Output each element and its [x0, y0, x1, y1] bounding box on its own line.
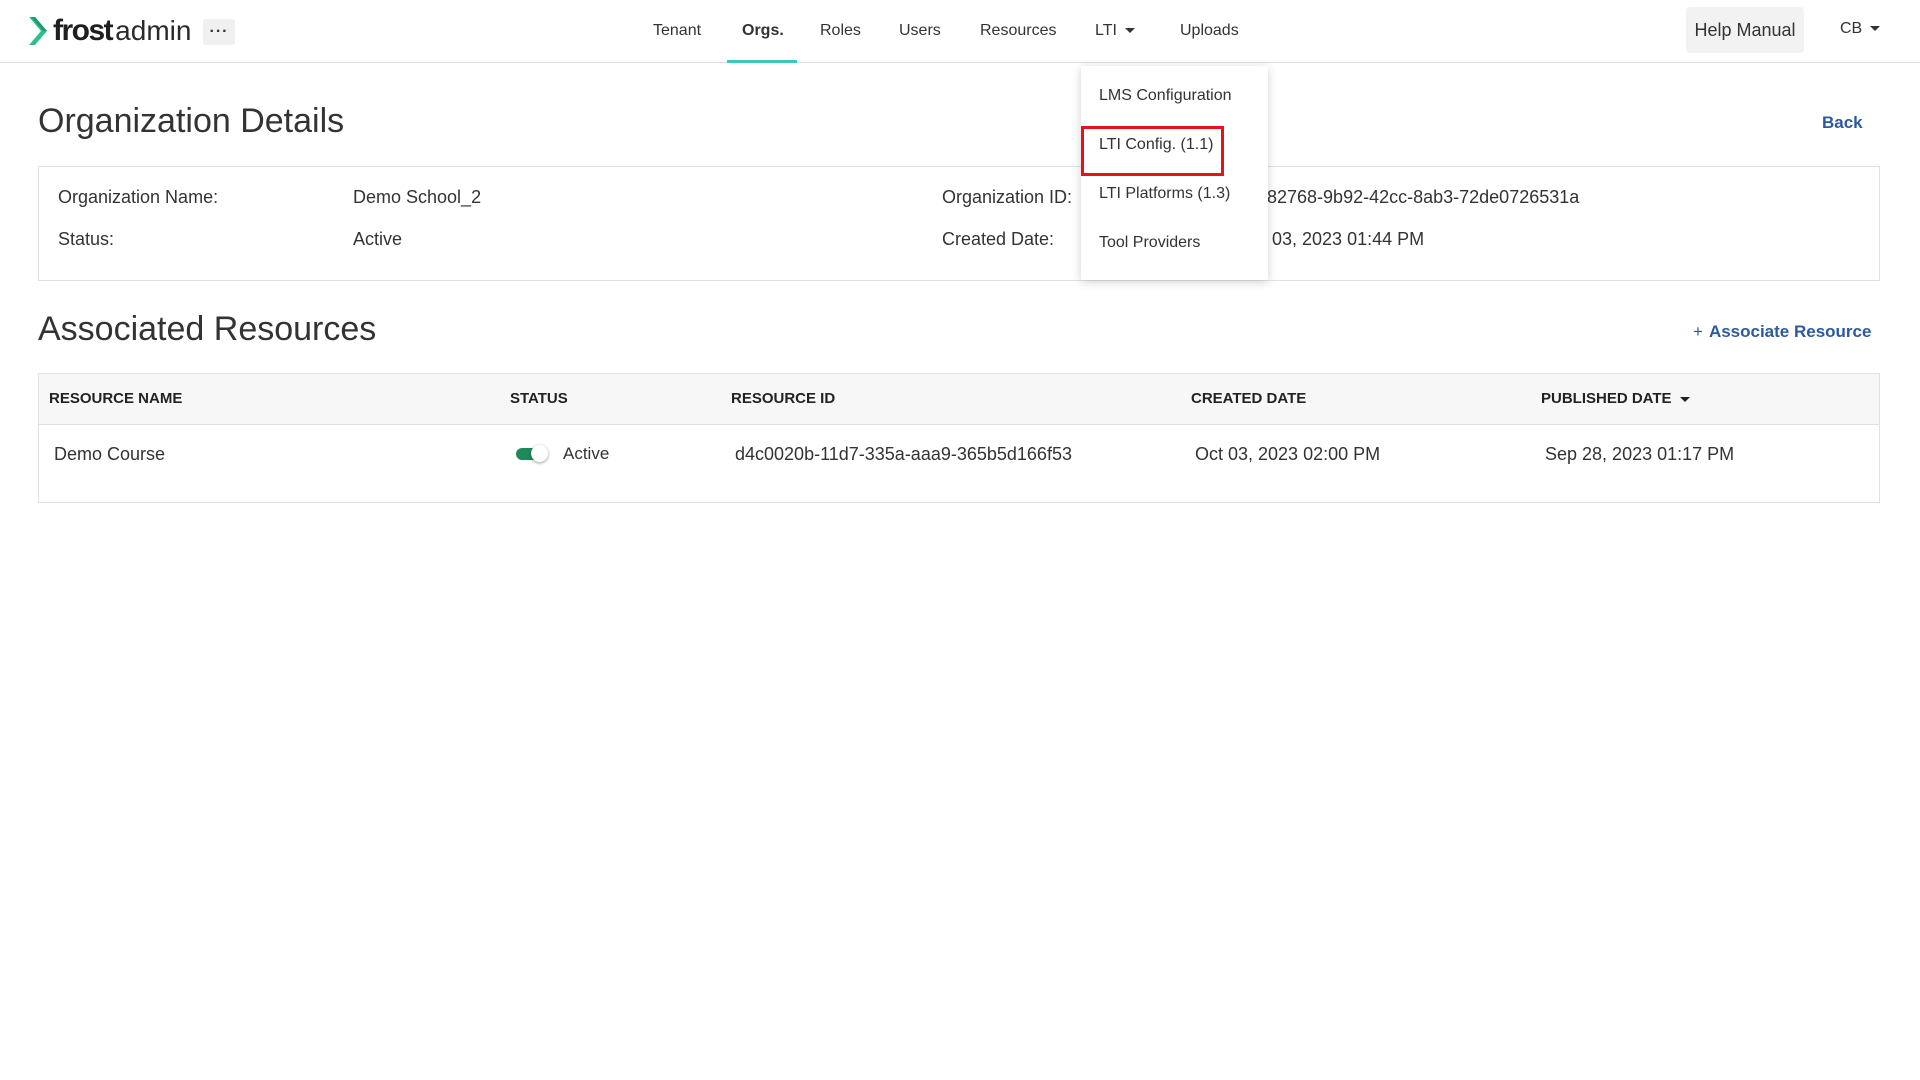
back-link[interactable]: Back — [1822, 113, 1863, 133]
more-menu-button[interactable]: ··· — [203, 19, 235, 45]
cell-resource-name[interactable]: Demo Course — [54, 444, 165, 465]
status-label: Status: — [58, 229, 115, 249]
column-header-resource-name[interactable]: RESOURCE NAME — [49, 390, 182, 407]
dropdown-item-lms-configuration[interactable]: LMS Configuration — [1099, 87, 1232, 105]
highlight-box — [1081, 126, 1224, 176]
page-title: Organization Details — [38, 102, 345, 140]
dropdown-item-tool-providers[interactable]: Tool Providers — [1099, 234, 1200, 252]
frost-logo-icon — [29, 17, 47, 45]
user-menu[interactable]: CB — [1840, 20, 1881, 38]
user-initials: CB — [1840, 20, 1863, 37]
nav-item-users[interactable]: Users — [899, 0, 941, 62]
column-header-published-date[interactable]: PUBLISHED DATE — [1541, 390, 1690, 407]
column-header-resource-id[interactable]: RESOURCE ID — [731, 390, 835, 407]
chevron-down-icon — [1870, 26, 1881, 32]
nav-item-lti-label: LTI — [1095, 22, 1117, 39]
org-id-label: Organization ID: — [942, 187, 1073, 207]
brand-name-bold: frost — [53, 14, 114, 47]
nav-item-resources[interactable]: Resources — [980, 0, 1056, 62]
top-navigation-bar: frost admin ··· Tenant Orgs. Roles Users… — [0, 0, 1920, 63]
cell-status: Active — [563, 444, 610, 463]
associate-resource-label: Associate Resource — [1708, 322, 1872, 341]
table-header: RESOURCE NAME STATUS RESOURCE ID CREATED… — [39, 374, 1879, 425]
nav-item-lti[interactable]: LTI — [1095, 0, 1135, 62]
nav-item-roles[interactable]: Roles — [820, 0, 861, 62]
column-header-published-date-label: PUBLISHED DATE — [1541, 390, 1672, 407]
resources-table: RESOURCE NAME STATUS RESOURCE ID CREATED… — [38, 373, 1880, 503]
cell-published-date: Sep 28, 2023 01:17 PM — [1545, 444, 1735, 464]
dropdown-item-lti-platforms-1-3[interactable]: LTI Platforms (1.3) — [1099, 185, 1230, 203]
sort-desc-icon — [1679, 396, 1690, 402]
associate-resource-button[interactable]: + Associate Resource — [1693, 322, 1871, 342]
nav-item-tenant[interactable]: Tenant — [653, 0, 701, 62]
nav-item-uploads[interactable]: Uploads — [1180, 0, 1239, 62]
column-header-created-date[interactable]: CREATED DATE — [1191, 390, 1306, 407]
org-id-value: 82768-9b92-42cc-8ab3-72de0726531a — [1267, 187, 1580, 207]
org-name-label: Organization Name: — [58, 187, 219, 207]
brand-logo[interactable]: frost admin — [27, 12, 191, 50]
toggle-knob — [531, 445, 548, 462]
section-title-associated-resources: Associated Resources — [38, 310, 377, 348]
column-header-status[interactable]: STATUS — [510, 390, 568, 407]
status-value: Active — [353, 229, 403, 249]
cell-created-date: Oct 03, 2023 02:00 PM — [1195, 444, 1381, 464]
created-date-value: 03, 2023 01:44 PM — [1272, 229, 1425, 249]
cell-resource-id: d4c0020b-11d7-335a-aaa9-365b5d166f53 — [735, 444, 1072, 464]
help-manual-button[interactable]: Help Manual — [1686, 7, 1804, 53]
created-date-label: Created Date: — [942, 229, 1055, 249]
plus-icon: + — [1693, 322, 1703, 341]
chevron-down-icon — [1124, 28, 1135, 34]
active-tab-indicator — [727, 60, 797, 63]
brand-name-light: admin — [115, 15, 192, 46]
nav-item-orgs[interactable]: Orgs. — [742, 0, 784, 62]
status-toggle[interactable] — [516, 445, 548, 462]
more-horizontal-icon: ··· — [209, 23, 229, 40]
org-name-value: Demo School_2 — [353, 187, 482, 207]
organization-details-card: Organization Name: Demo School_2 Status:… — [38, 166, 1880, 281]
